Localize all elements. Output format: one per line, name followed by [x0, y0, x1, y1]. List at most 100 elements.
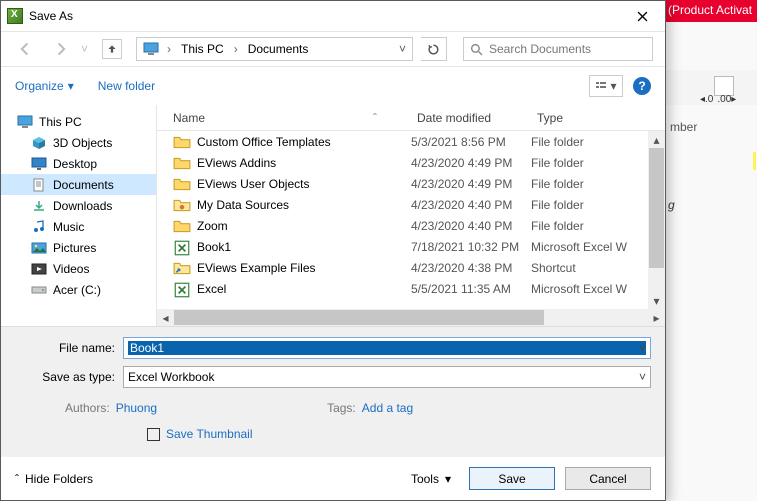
sidebar-item-desktop[interactable]: Desktop — [1, 153, 156, 174]
chevron-down-icon[interactable]: ˅ — [639, 341, 646, 355]
file-type: File folder — [531, 156, 665, 170]
column-date[interactable]: Date modified — [417, 111, 537, 125]
sidebar-item-this-pc[interactable]: This PC — [1, 111, 156, 132]
file-row[interactable]: Book17/18/2021 10:32 PMMicrosoft Excel W — [157, 236, 665, 257]
sidebar-item-music[interactable]: Music — [1, 216, 156, 237]
breadcrumb-root[interactable]: This PC — [179, 42, 226, 56]
file-name: Book1 — [197, 240, 231, 254]
up-button[interactable] — [102, 39, 122, 59]
videos-icon — [31, 261, 47, 277]
search-placeholder: Search Documents — [489, 42, 591, 56]
new-folder-button[interactable]: New folder — [98, 79, 155, 93]
scroll-right-icon[interactable]: ▸ — [648, 309, 665, 326]
tools-label: Tools — [411, 472, 439, 486]
file-row[interactable]: Excel5/5/2021 11:35 AMMicrosoft Excel W — [157, 278, 665, 299]
sidebar-item-label: Pictures — [53, 241, 96, 255]
chevron-right-icon: › — [230, 42, 242, 56]
file-date: 7/18/2021 10:32 PM — [411, 240, 531, 254]
close-button[interactable] — [620, 2, 665, 31]
tags-value[interactable]: Add a tag — [362, 401, 413, 415]
excel-icon — [173, 281, 191, 297]
sidebar-item-label: This PC — [39, 115, 82, 129]
cube-icon — [31, 135, 47, 151]
file-date: 4/23/2020 4:40 PM — [411, 219, 531, 233]
file-type: File folder — [531, 198, 665, 212]
horizontal-scrollbar[interactable]: ◂ ▸ — [157, 309, 665, 326]
search-input[interactable]: Search Documents — [463, 37, 653, 61]
file-row[interactable]: My Data Sources4/23/2020 4:40 PMFile fol… — [157, 194, 665, 215]
file-row[interactable]: EViews Addins4/23/2020 4:49 PMFile folde… — [157, 152, 665, 173]
forward-button[interactable] — [50, 39, 70, 59]
scroll-up-icon[interactable]: ▴ — [648, 131, 665, 148]
scroll-thumb[interactable] — [649, 148, 664, 268]
file-name: Excel — [197, 282, 226, 296]
scroll-thumb[interactable] — [174, 310, 544, 325]
music-icon — [31, 219, 47, 235]
sidebar-item-label: 3D Objects — [53, 136, 112, 150]
folder-icon — [173, 155, 191, 171]
help-button[interactable]: ? — [633, 77, 651, 95]
save-thumbnail-checkbox[interactable] — [147, 428, 160, 441]
tools-menu[interactable]: Tools ▾ — [411, 472, 451, 486]
save-as-dialog: Save As ˅ › This PC › Documents ˅ Searc — [0, 0, 666, 501]
file-row[interactable]: Custom Office Templates5/3/2021 8:56 PMF… — [157, 131, 665, 152]
file-type: File folder — [531, 135, 665, 149]
save-thumbnail-label[interactable]: Save Thumbnail — [166, 427, 253, 441]
sidebar-item-label: Acer (C:) — [53, 283, 101, 297]
file-name-input[interactable]: Book1 ˅ — [123, 337, 651, 359]
sidebar-item-videos[interactable]: Videos — [1, 258, 156, 279]
sidebar-item-documents[interactable]: Documents — [1, 174, 156, 195]
bg-yellow-cell — [753, 152, 756, 170]
bg-letter: g — [668, 198, 675, 212]
authors-value[interactable]: Phuong — [116, 401, 157, 415]
refresh-button[interactable] — [421, 37, 447, 61]
button-bar: ˆ Hide Folders Tools ▾ Save Cancel — [1, 457, 665, 500]
hide-folders-button[interactable]: ˆ Hide Folders — [15, 472, 93, 486]
tags-label: Tags: — [327, 401, 356, 415]
view-icon — [595, 80, 607, 92]
save-type-select[interactable]: Excel Workbook ˅ — [123, 366, 651, 388]
column-header: Name ˆ Date modified Type — [157, 105, 665, 131]
address-bar[interactable]: › This PC › Documents ˅ — [136, 37, 413, 61]
sidebar-item-drive-c[interactable]: Acer (C:) — [1, 279, 156, 300]
view-options-button[interactable]: ▾ — [589, 75, 623, 97]
cancel-button[interactable]: Cancel — [565, 467, 651, 490]
vertical-scrollbar[interactable]: ▴ ▾ — [648, 131, 665, 309]
arrow-up-icon — [106, 43, 118, 55]
column-type[interactable]: Type — [537, 111, 665, 125]
chevron-down-icon[interactable]: ˅ — [639, 370, 646, 384]
sidebar-item-label: Documents — [53, 178, 114, 192]
authors-label: Authors: — [65, 401, 110, 415]
file-row[interactable]: Zoom4/23/2020 4:40 PMFile folder — [157, 215, 665, 236]
save-button[interactable]: Save — [469, 467, 555, 490]
column-name[interactable]: Name — [173, 111, 205, 125]
file-date: 5/5/2021 11:35 AM — [411, 282, 531, 296]
sidebar-item-pictures[interactable]: Pictures — [1, 237, 156, 258]
organize-menu[interactable]: Organize ▾ — [15, 79, 74, 93]
download-icon — [31, 198, 47, 214]
documents-icon — [31, 177, 47, 193]
file-name: EViews Addins — [197, 156, 276, 170]
sidebar-item-downloads[interactable]: Downloads — [1, 195, 156, 216]
file-row[interactable]: EViews Example Files4/23/2020 4:38 PMSho… — [157, 257, 665, 278]
file-list: Custom Office Templates5/3/2021 8:56 PMF… — [157, 131, 665, 309]
file-type: Shortcut — [531, 261, 665, 275]
chevron-down-icon: ▾ — [68, 79, 74, 93]
breadcrumb-current[interactable]: Documents — [246, 42, 311, 56]
file-date: 4/23/2020 4:49 PM — [411, 177, 531, 191]
sidebar-item-label: Downloads — [53, 199, 112, 213]
chevron-right-icon: › — [163, 42, 175, 56]
file-row[interactable]: EViews User Objects4/23/2020 4:49 PMFile… — [157, 173, 665, 194]
address-dropdown[interactable]: ˅ — [399, 42, 406, 56]
back-button[interactable] — [16, 39, 36, 59]
arrow-left-icon — [19, 42, 33, 56]
recent-dropdown[interactable]: ˅ — [81, 42, 88, 56]
file-pane: Name ˆ Date modified Type Custom Office … — [157, 105, 665, 326]
nav-bar: ˅ › This PC › Documents ˅ Search Documen… — [1, 31, 665, 67]
excel-icon — [173, 239, 191, 255]
scroll-left-icon[interactable]: ◂ — [157, 309, 174, 326]
chevron-down-icon: ▾ — [445, 472, 451, 486]
sort-indicator-icon: ˆ — [373, 111, 377, 125]
scroll-down-icon[interactable]: ▾ — [648, 292, 665, 309]
sidebar-item-3d-objects[interactable]: 3D Objects — [1, 132, 156, 153]
